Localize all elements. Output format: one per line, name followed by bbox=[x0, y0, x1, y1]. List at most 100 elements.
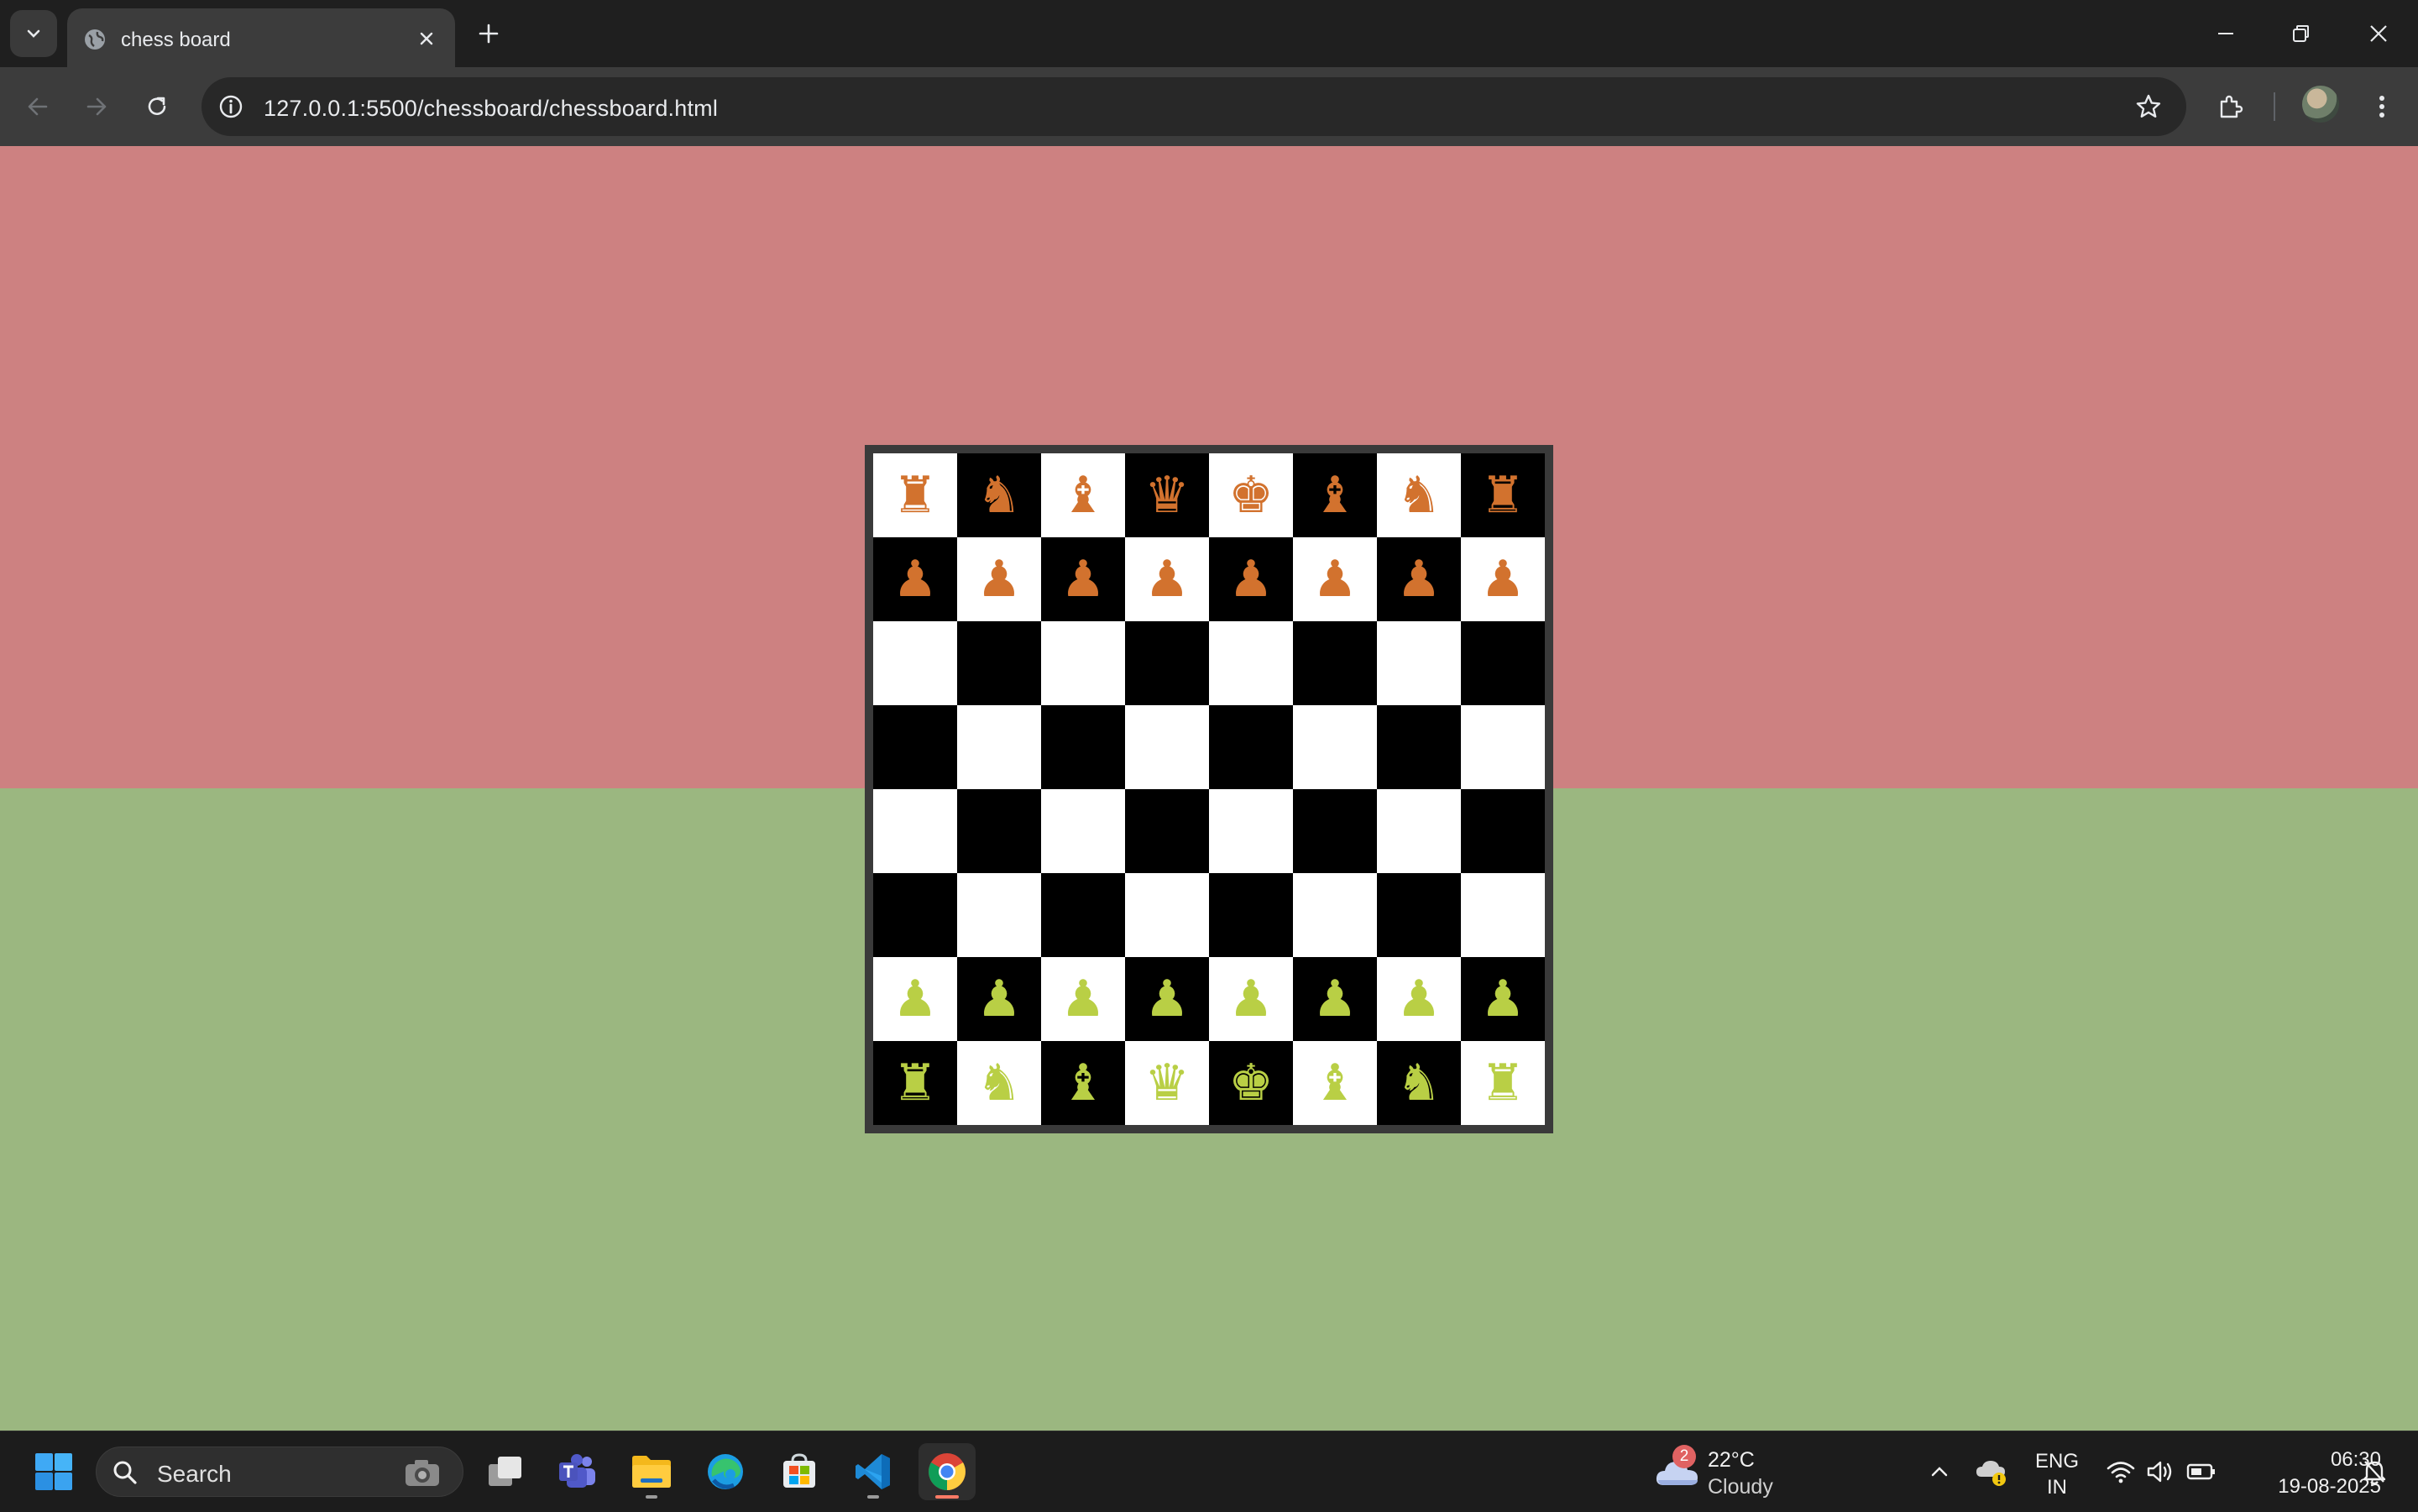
chess-piece[interactable]: ♞ bbox=[1396, 470, 1442, 521]
board-square[interactable] bbox=[1041, 705, 1125, 789]
chess-piece[interactable]: ♛ bbox=[1144, 470, 1190, 521]
wifi-button[interactable] bbox=[2104, 1455, 2138, 1488]
new-tab-button[interactable] bbox=[472, 17, 505, 50]
chess-piece[interactable]: ♟ bbox=[892, 974, 938, 1024]
board-square[interactable] bbox=[873, 789, 957, 873]
forward-button[interactable] bbox=[76, 86, 118, 128]
edge-button[interactable] bbox=[697, 1443, 754, 1500]
chess-piece[interactable]: ♟ bbox=[1480, 974, 1526, 1024]
show-hidden-icons-button[interactable] bbox=[1923, 1455, 1956, 1488]
chess-piece[interactable]: ♜ bbox=[892, 470, 938, 521]
language-indicator[interactable]: ENG IN bbox=[2032, 1448, 2082, 1500]
board-square[interactable]: ♛ bbox=[1125, 1041, 1209, 1125]
board-square[interactable] bbox=[1461, 873, 1545, 957]
start-button[interactable] bbox=[25, 1443, 82, 1500]
tab-close-button[interactable] bbox=[411, 24, 442, 54]
chrome-button[interactable] bbox=[919, 1443, 976, 1500]
board-square[interactable] bbox=[1209, 789, 1293, 873]
notifications-button[interactable] bbox=[2358, 1455, 2391, 1488]
chess-piece[interactable]: ♟ bbox=[1060, 554, 1106, 604]
board-square[interactable]: ♟ bbox=[873, 537, 957, 621]
address-bar[interactable]: 127.0.0.1:5500/chessboard/chessboard.htm… bbox=[202, 77, 2186, 136]
board-square[interactable] bbox=[1377, 873, 1461, 957]
board-square[interactable]: ♟ bbox=[1041, 957, 1125, 1041]
onedrive-button[interactable] bbox=[1975, 1455, 2008, 1488]
profile-avatar[interactable] bbox=[2302, 86, 2339, 123]
chess-piece[interactable]: ♜ bbox=[892, 1058, 938, 1108]
board-square[interactable] bbox=[1209, 705, 1293, 789]
chess-piece[interactable]: ♚ bbox=[1228, 1058, 1274, 1108]
chess-piece[interactable]: ♛ bbox=[1144, 1058, 1190, 1108]
board-square[interactable]: ♝ bbox=[1293, 1041, 1377, 1125]
board-square[interactable] bbox=[1377, 789, 1461, 873]
chess-piece[interactable]: ♟ bbox=[976, 554, 1022, 604]
close-window-button[interactable] bbox=[2358, 15, 2400, 52]
chess-piece[interactable]: ♟ bbox=[1480, 554, 1526, 604]
board-square[interactable]: ♞ bbox=[1377, 1041, 1461, 1125]
board-square[interactable] bbox=[873, 705, 957, 789]
board-square[interactable] bbox=[1209, 621, 1293, 705]
board-square[interactable]: ♞ bbox=[1377, 453, 1461, 537]
restore-button[interactable] bbox=[2280, 15, 2322, 52]
chess-piece[interactable]: ♟ bbox=[1228, 554, 1274, 604]
board-square[interactable] bbox=[1461, 621, 1545, 705]
board-square[interactable] bbox=[1293, 621, 1377, 705]
board-square[interactable] bbox=[1293, 873, 1377, 957]
reload-button[interactable] bbox=[136, 86, 178, 128]
board-square[interactable]: ♟ bbox=[957, 957, 1041, 1041]
board-square[interactable]: ♜ bbox=[1461, 453, 1545, 537]
chess-piece[interactable]: ♞ bbox=[976, 1058, 1022, 1108]
tab-search-button[interactable] bbox=[10, 10, 57, 57]
board-square[interactable] bbox=[1293, 705, 1377, 789]
board-square[interactable] bbox=[1209, 873, 1293, 957]
battery-button[interactable] bbox=[2185, 1455, 2218, 1488]
chess-piece[interactable]: ♟ bbox=[976, 974, 1022, 1024]
chess-piece[interactable]: ♝ bbox=[1060, 470, 1106, 521]
board-square[interactable] bbox=[957, 873, 1041, 957]
board-square[interactable]: ♟ bbox=[1293, 537, 1377, 621]
board-square[interactable] bbox=[1377, 705, 1461, 789]
board-square[interactable]: ♟ bbox=[1041, 537, 1125, 621]
board-square[interactable]: ♟ bbox=[1461, 537, 1545, 621]
board-square[interactable]: ♞ bbox=[957, 453, 1041, 537]
extensions-button[interactable] bbox=[2210, 86, 2252, 128]
board-square[interactable]: ♜ bbox=[873, 1041, 957, 1125]
teams-button[interactable] bbox=[549, 1443, 606, 1500]
board-square[interactable] bbox=[1461, 705, 1545, 789]
board-square[interactable]: ♟ bbox=[1293, 957, 1377, 1041]
board-square[interactable] bbox=[957, 705, 1041, 789]
chess-piece[interactable]: ♟ bbox=[892, 554, 938, 604]
board-square[interactable] bbox=[1125, 621, 1209, 705]
board-square[interactable] bbox=[1377, 621, 1461, 705]
chess-piece[interactable]: ♟ bbox=[1228, 974, 1274, 1024]
board-square[interactable]: ♟ bbox=[873, 957, 957, 1041]
site-info-button[interactable] bbox=[213, 89, 249, 124]
board-square[interactable]: ♟ bbox=[957, 537, 1041, 621]
board-square[interactable]: ♚ bbox=[1209, 453, 1293, 537]
chess-piece[interactable]: ♟ bbox=[1312, 554, 1358, 604]
chess-piece[interactable]: ♞ bbox=[976, 470, 1022, 521]
board-square[interactable]: ♟ bbox=[1209, 957, 1293, 1041]
board-square[interactable]: ♝ bbox=[1041, 1041, 1125, 1125]
chess-piece[interactable]: ♟ bbox=[1060, 974, 1106, 1024]
board-square[interactable] bbox=[1293, 789, 1377, 873]
chess-piece[interactable]: ♟ bbox=[1144, 554, 1190, 604]
board-square[interactable] bbox=[1461, 789, 1545, 873]
chess-piece[interactable]: ♟ bbox=[1144, 974, 1190, 1024]
minimize-button[interactable] bbox=[2205, 15, 2247, 52]
browser-tab[interactable]: chess board bbox=[67, 8, 455, 67]
board-square[interactable]: ♟ bbox=[1125, 957, 1209, 1041]
board-square[interactable]: ♟ bbox=[1125, 537, 1209, 621]
chess-piece[interactable]: ♚ bbox=[1228, 470, 1274, 521]
chess-piece[interactable]: ♟ bbox=[1312, 974, 1358, 1024]
board-square[interactable] bbox=[873, 621, 957, 705]
menu-button[interactable] bbox=[2361, 86, 2403, 128]
chess-piece[interactable]: ♟ bbox=[1396, 554, 1442, 604]
file-explorer-button[interactable] bbox=[623, 1443, 680, 1500]
chess-piece[interactable]: ♜ bbox=[1480, 1058, 1526, 1108]
board-square[interactable] bbox=[1041, 873, 1125, 957]
board-square[interactable]: ♜ bbox=[873, 453, 957, 537]
board-square[interactable]: ♝ bbox=[1041, 453, 1125, 537]
board-square[interactable]: ♝ bbox=[1293, 453, 1377, 537]
board-square[interactable] bbox=[1041, 789, 1125, 873]
